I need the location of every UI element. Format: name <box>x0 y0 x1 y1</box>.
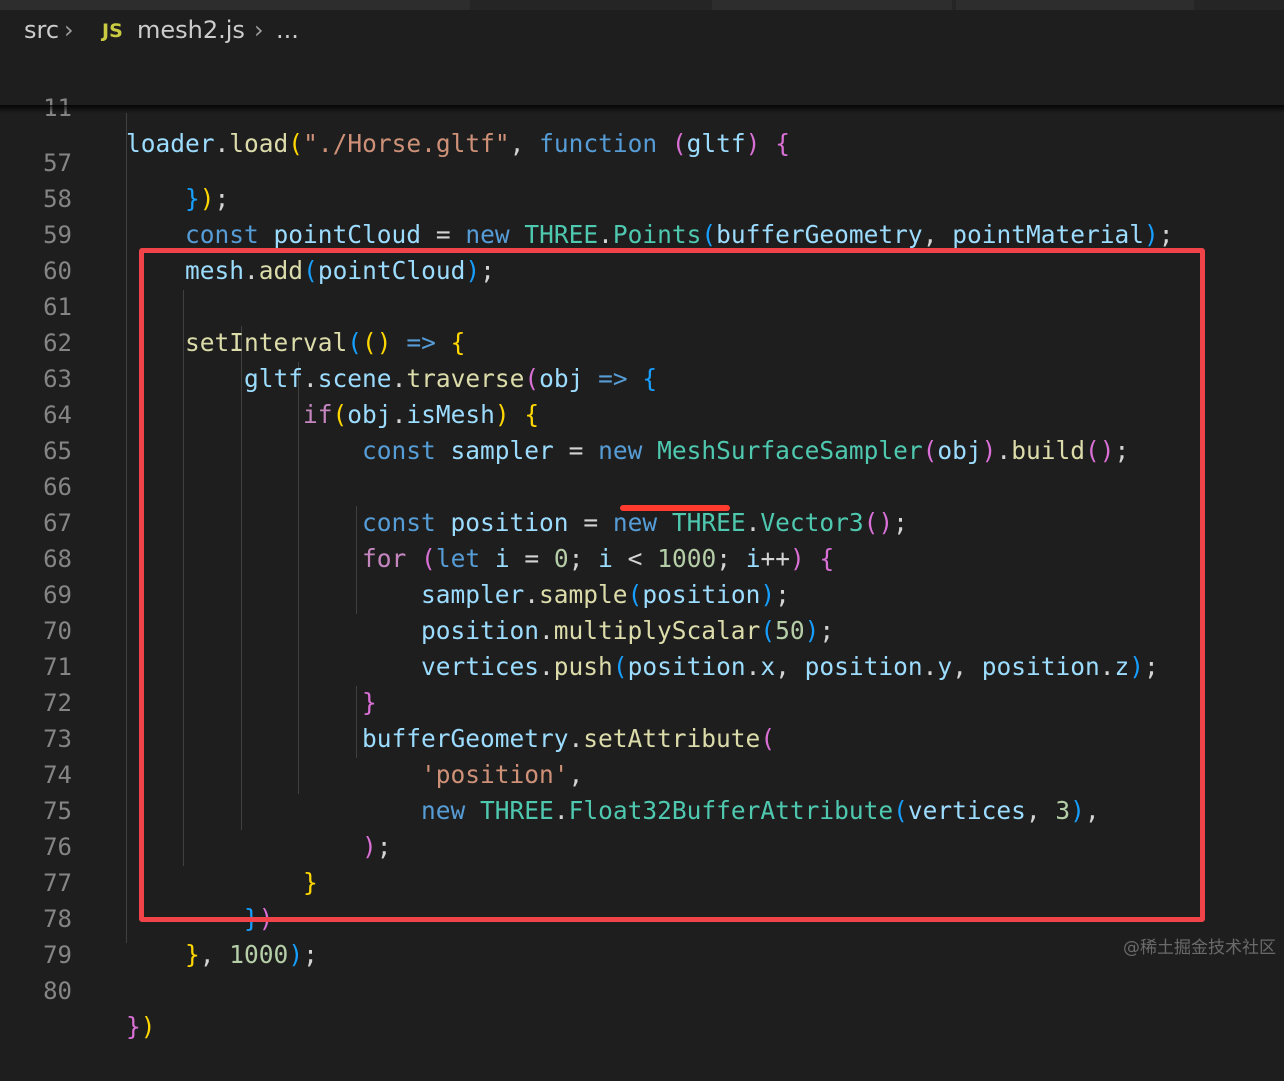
code-line[interactable]: 80 }) <box>0 937 1284 1041</box>
code-text: loader.load("./Horse.gltf", function (gl… <box>126 129 790 158</box>
annotation-underline <box>620 505 730 511</box>
watermark: @稀土掘金技术社区 <box>1123 938 1276 958</box>
code-text: }) <box>126 1012 156 1041</box>
annotation-highlight-box <box>139 248 1205 922</box>
sticky-scroll-header[interactable]: 11 loader.load("./Horse.gltf", function … <box>0 54 1284 158</box>
code-line[interactable]: 59 mesh.add(pointCloud); <box>0 181 1284 285</box>
code-line-sticky[interactable]: 11 loader.load("./Horse.gltf", function … <box>0 54 1284 158</box>
code-editor[interactable]: 53 const pointMaterial = new THREE.Point… <box>0 0 1284 1041</box>
line-number: 80 <box>43 977 72 1005</box>
sticky-shadow <box>0 105 1284 113</box>
